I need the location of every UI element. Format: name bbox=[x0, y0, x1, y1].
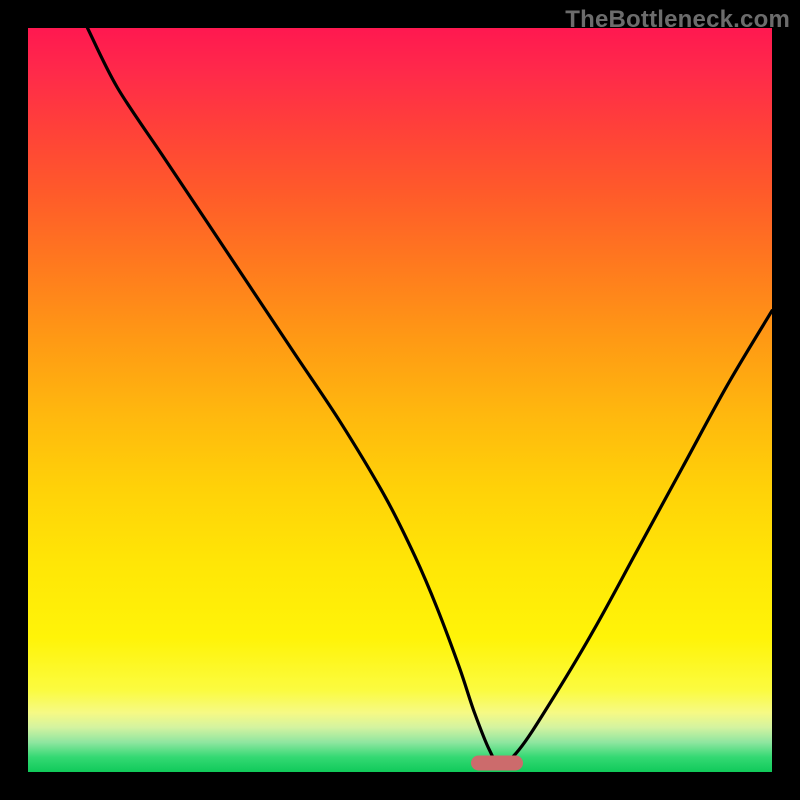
watermark-text: TheBottleneck.com bbox=[565, 6, 790, 34]
bottleneck-curve bbox=[28, 28, 772, 772]
chart-frame: TheBottleneck.com bbox=[0, 0, 800, 800]
curve-path bbox=[88, 28, 773, 765]
optimal-marker bbox=[471, 756, 523, 771]
plot-area bbox=[28, 28, 772, 772]
